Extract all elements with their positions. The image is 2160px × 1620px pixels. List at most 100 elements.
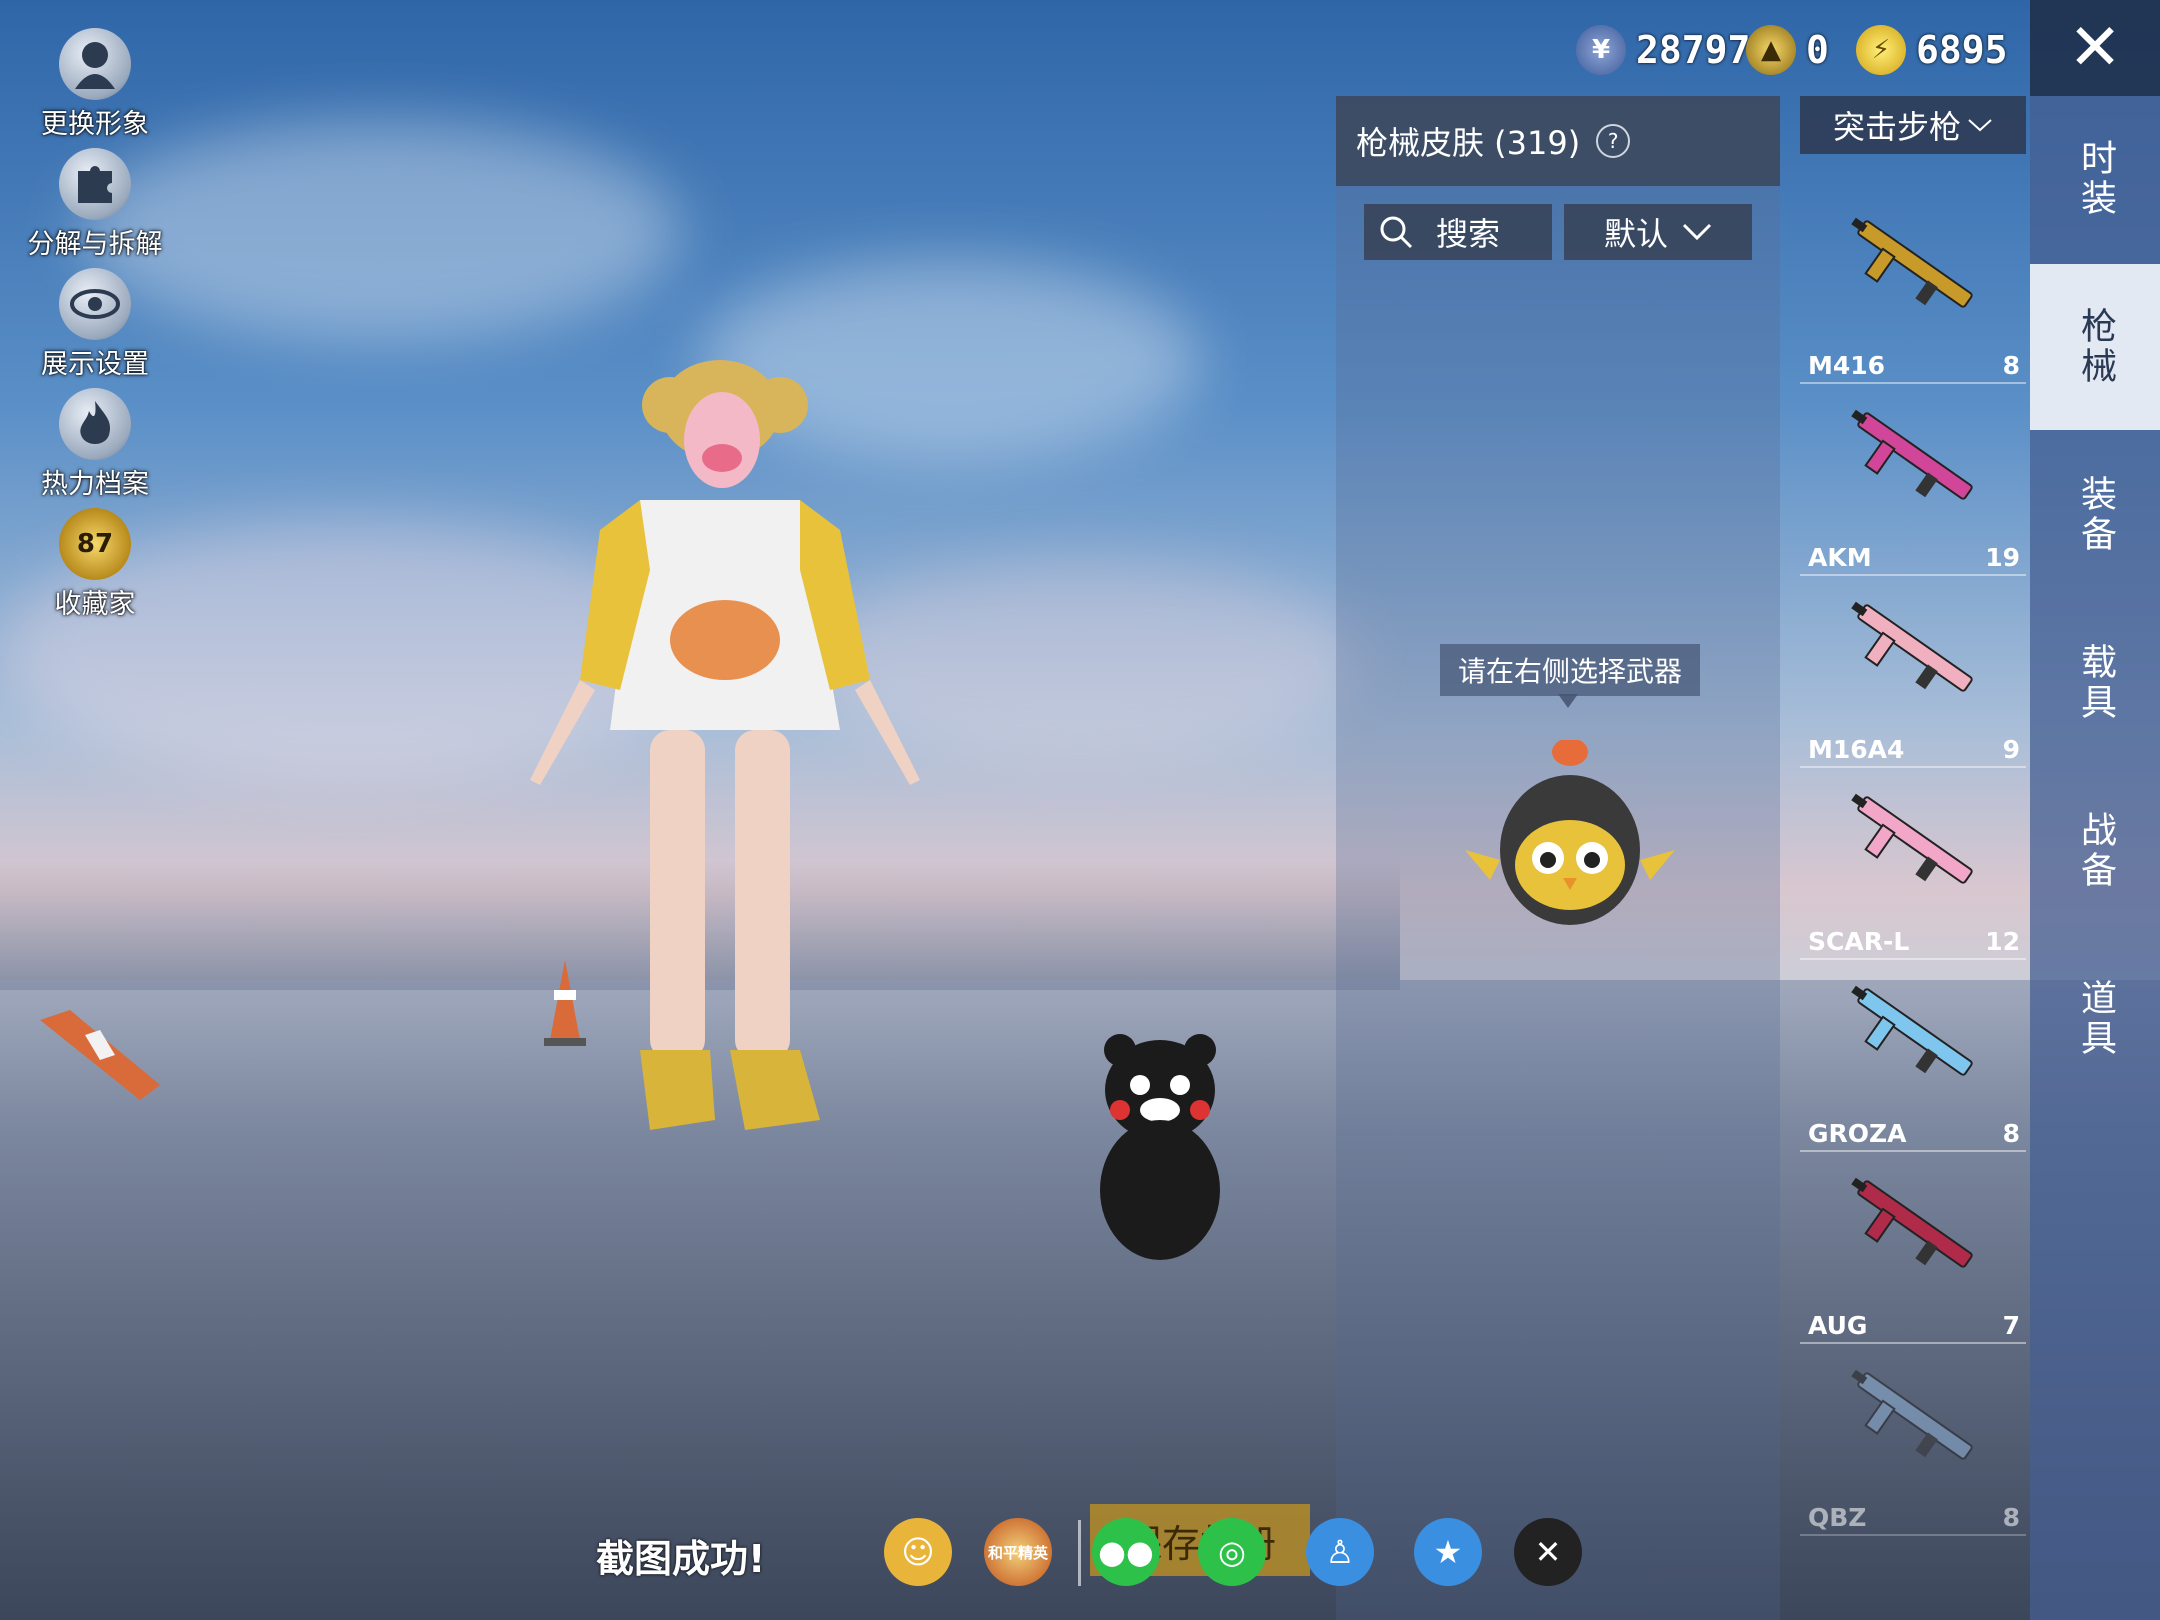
display-settings-button[interactable]: 展示设置: [20, 268, 170, 381]
tab-4[interactable]: 战备: [2030, 768, 2160, 934]
rifle-icon: [1851, 1177, 1973, 1268]
qq-share-button[interactable]: ♙: [1306, 1518, 1374, 1586]
weapon-item[interactable]: M416 8: [1800, 194, 2026, 384]
hint-arrow: [1558, 694, 1578, 708]
collector-button[interactable]: 87 收藏家: [20, 508, 170, 621]
qq-icon: ♙: [1325, 1533, 1355, 1571]
tab-3[interactable]: 载具: [2030, 600, 2160, 766]
currency-value: 28797: [1636, 28, 1751, 72]
game-logo-button[interactable]: 和平精英: [984, 1518, 1052, 1586]
weapon-item[interactable]: AUG 7: [1800, 1154, 2026, 1344]
qzone-share-button[interactable]: ★: [1414, 1518, 1482, 1586]
sort-label: 默认: [1603, 215, 1668, 253]
heat-archive-button[interactable]: 热力档案: [20, 388, 170, 501]
collector-badge-icon: 87: [59, 508, 131, 580]
profile-share-button[interactable]: ☺: [884, 1518, 952, 1586]
weapon-name: AUG: [1808, 1311, 1868, 1340]
weapon-skin-count: 19: [1985, 543, 2020, 572]
weapon-name: GROZA: [1808, 1119, 1907, 1148]
weapon-skin-count: 8: [2002, 351, 2020, 380]
weapon-skin-count: 8: [2002, 1503, 2020, 1532]
moments-icon: ◎: [1218, 1533, 1246, 1571]
weapon-name: SCAR-L: [1808, 927, 1910, 956]
close-icon: ✕: [2068, 11, 2122, 85]
decompose-button[interactable]: 分解与拆解: [20, 148, 170, 261]
menu-label: 更换形象: [41, 109, 149, 140]
tab-0[interactable]: 时装: [2030, 96, 2160, 262]
pet-bear: [1100, 1034, 1220, 1260]
profile-share-icon: ☺: [901, 1533, 935, 1571]
close-button[interactable]: ✕: [2030, 0, 2160, 96]
wechat-share-button[interactable]: ●●: [1092, 1518, 1160, 1586]
chevron-down-icon: [1682, 223, 1712, 241]
search-icon: [1380, 216, 1413, 249]
category-tabs: 时装枪械装备载具战备道具: [2030, 96, 2160, 1620]
weapon-name: M16A4: [1808, 735, 1905, 764]
weapon-name: QBZ: [1808, 1503, 1867, 1532]
chick-helmet-pet: [1465, 740, 1675, 925]
moments-share-button[interactable]: ◎: [1198, 1518, 1266, 1586]
weapon-skin-count: 7: [2002, 1311, 2020, 1340]
token-icon: ¥: [1576, 25, 1626, 75]
rifle-icon: [1851, 601, 1973, 692]
qzone-icon: ★: [1433, 1533, 1463, 1571]
weapon-skin-count: 8: [2002, 1119, 2020, 1148]
weapon-name: M416: [1808, 351, 1886, 380]
currency-token: ¥ 28797: [1576, 22, 1750, 78]
menu-label: 展示设置: [41, 349, 149, 380]
chevron-down-icon: [1968, 119, 1992, 132]
menu-label: 热力档案: [41, 469, 149, 500]
currency-value: 6895: [1916, 28, 2008, 72]
menu-label: 收藏家: [54, 589, 136, 620]
weapon-name: AKM: [1808, 543, 1872, 572]
weapon-category-dropdown[interactable]: 突击步枪: [1800, 96, 2026, 154]
select-weapon-hint: 请在右侧选择武器: [1440, 644, 1701, 696]
tab-label: 时装: [2075, 139, 2116, 219]
category-label: 突击步枪: [1832, 108, 1961, 146]
eye-icon: [59, 268, 131, 340]
tab-label: 装备: [2075, 475, 2116, 555]
weapon-item[interactable]: AKM 19: [1800, 386, 2026, 576]
currency-lightning: ⚡ 6895: [1856, 22, 2008, 78]
screenshot-success-text: 截图成功!: [596, 1537, 766, 1581]
search-label: 搜索: [1436, 215, 1501, 253]
wechat-icon: ●●: [1098, 1533, 1154, 1571]
rifle-icon: [1851, 793, 1973, 884]
change-appearance-button[interactable]: 更换形象: [20, 28, 170, 141]
lightning-coin-icon: ⚡: [1856, 25, 1906, 75]
tab-5[interactable]: 道具: [2030, 936, 2160, 1102]
weapon-skin-count: 12: [1985, 927, 2020, 956]
x-share-button[interactable]: ✕: [1514, 1518, 1582, 1586]
game-logo-icon: 和平精英: [987, 1543, 1048, 1562]
menu-label: 分解与拆解: [27, 229, 163, 260]
help-icon[interactable]: ?: [1596, 124, 1631, 158]
panel-title: 枪械皮肤 (319): [1356, 124, 1581, 162]
x-share-icon: ✕: [1534, 1533, 1562, 1571]
currency-value: 0: [1806, 28, 1829, 72]
avatar-icon: [59, 28, 131, 100]
panel-header: 枪械皮肤 (319) ?: [1336, 96, 1780, 186]
divider: [1078, 1520, 1081, 1586]
rifle-icon: [1851, 217, 1973, 308]
sort-dropdown[interactable]: 默认: [1564, 204, 1752, 260]
tab-label: 载具: [2075, 643, 2116, 723]
rifle-icon: [1851, 985, 1973, 1076]
weapon-item[interactable]: GROZA 8: [1800, 962, 2026, 1152]
player-character: [530, 360, 920, 1130]
tab-2[interactable]: 装备: [2030, 432, 2160, 598]
weapon-item[interactable]: QBZ 8: [1800, 1346, 2026, 1536]
weapon-skin-count: 9: [2002, 735, 2020, 764]
flame-icon: [59, 388, 131, 460]
weapon-item[interactable]: M16A4 9: [1800, 578, 2026, 768]
tab-label: 枪械: [2075, 307, 2116, 387]
puzzle-icon: [59, 148, 131, 220]
gold-coin-icon: ▲: [1746, 25, 1796, 75]
weapon-item[interactable]: SCAR-L 12: [1800, 770, 2026, 960]
currency-gold: ▲ 0: [1746, 22, 1829, 78]
tab-1[interactable]: 枪械: [2030, 264, 2160, 430]
search-button[interactable]: 搜索: [1364, 204, 1552, 260]
tab-label: 战备: [2075, 811, 2116, 891]
rifle-icon: [1851, 409, 1973, 500]
traffic-cone: [40, 1010, 160, 1100]
tab-label: 道具: [2075, 979, 2116, 1059]
